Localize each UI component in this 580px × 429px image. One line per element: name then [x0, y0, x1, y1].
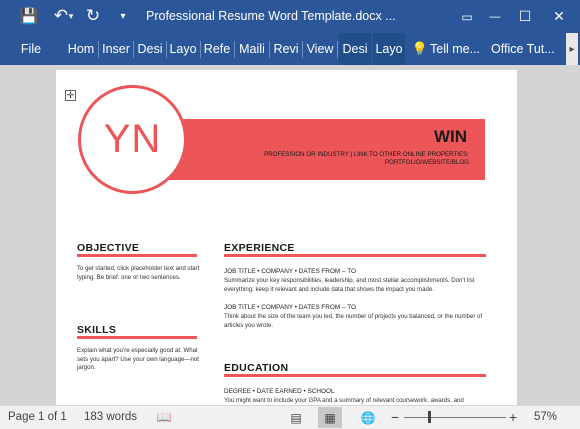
profession-line: PROFESSION OR INDUSTRY | LINK TO OTHER O… — [264, 151, 469, 158]
tab-separator — [200, 41, 201, 58]
skills-heading: SKILLS — [77, 324, 117, 336]
tab-design[interactable]: Desi — [135, 33, 165, 65]
tab-view[interactable]: View — [304, 33, 336, 65]
zoom-slider[interactable] — [404, 417, 506, 418]
proofing-icon[interactable]: 📖 — [154, 408, 174, 426]
tab-insert[interactable]: Inser — [100, 33, 132, 65]
table-move-handle-icon[interactable]: ✛ — [65, 90, 76, 101]
zoom-in-button[interactable]: + — [509, 409, 517, 425]
job1-text: Summarize your key responsibilities, lea… — [224, 277, 475, 293]
tab-mailings[interactable]: Maili — [236, 33, 268, 65]
job2-text: Think about the size of the team you led… — [224, 313, 483, 329]
tab-layout[interactable]: Layo — [168, 33, 198, 65]
initials-text: YN — [103, 117, 162, 161]
word-count[interactable]: 183 words — [84, 411, 137, 423]
undo-dropdown-icon[interactable]: ▾ — [66, 6, 76, 26]
education-rule — [224, 374, 486, 377]
objective-text: To get started, click placeholder text a… — [77, 265, 200, 281]
tab-references[interactable]: Refe — [202, 33, 232, 65]
tab-separator — [166, 41, 167, 58]
name-text: WIN — [433, 127, 467, 146]
lightbulb-icon[interactable]: 💡 — [413, 33, 427, 65]
account-name[interactable]: Office Tut... — [491, 33, 563, 65]
web-layout-icon[interactable]: 🌐 — [356, 407, 380, 428]
document-area: ✛ YN WIN PROFESSION OR INDUSTRY | LINK T… — [0, 65, 580, 405]
tab-separator — [234, 41, 235, 58]
tab-review[interactable]: Revi — [271, 33, 301, 65]
title-bar: 💾 ↶ ▾ ↻ ▾ Professional Resume Word Templ… — [0, 0, 580, 33]
save-icon[interactable]: 💾 — [18, 6, 40, 26]
tab-table-layout[interactable]: Layo — [373, 33, 405, 65]
tab-separator — [337, 41, 338, 58]
tab-separator — [269, 41, 270, 58]
document-page[interactable]: ✛ YN WIN PROFESSION OR INDUSTRY | LINK T… — [56, 70, 517, 405]
tell-me-search[interactable]: Tell me... — [430, 33, 486, 65]
links-line: PORTFOLIO/WEBSITE/BLOG — [384, 159, 469, 166]
objective-heading: OBJECTIVE — [77, 242, 140, 254]
tab-separator — [133, 41, 134, 58]
zoom-level[interactable]: 57% — [534, 411, 557, 423]
education-heading: EDUCATION — [224, 362, 289, 374]
job1-title: JOB TITLE • COMPANY • DATES FROM – TO — [224, 268, 356, 275]
tab-home[interactable]: Hom — [66, 33, 96, 65]
page-count[interactable]: Page 1 of 1 — [8, 411, 67, 423]
tab-separator — [302, 41, 303, 58]
print-layout-icon[interactable]: ▦ — [318, 407, 342, 428]
experience-heading: EXPERIENCE — [224, 242, 295, 254]
status-bar: Page 1 of 1 183 words 📖 ▤ ▦ 🌐 − + 57% — [0, 405, 580, 429]
tab-file[interactable]: File — [10, 33, 52, 65]
initials-circle: YN — [78, 85, 187, 194]
maximize-button[interactable]: ☐ — [510, 0, 540, 33]
close-button[interactable]: ✕ — [544, 0, 574, 33]
objective-rule — [77, 254, 197, 257]
tab-separator — [98, 41, 99, 58]
ribbon-display-options-icon[interactable]: ▭ — [452, 0, 482, 33]
ribbon-scroll-right-icon[interactable]: ▸ — [566, 33, 578, 65]
customize-quick-access-icon[interactable]: ▾ — [112, 6, 134, 26]
education-text: You might want to include your GPA and a… — [224, 397, 464, 404]
skills-text: Explain what you're especially good at. … — [77, 347, 199, 372]
job2-title: JOB TITLE • COMPANY • DATES FROM – TO — [224, 304, 356, 311]
skills-rule — [77, 336, 197, 339]
experience-rule — [224, 254, 486, 257]
education-title: DEGREE • DATE EARNED • SCHOOL — [224, 388, 335, 395]
document-title: Professional Resume Word Template.docx .… — [146, 9, 396, 23]
zoom-out-button[interactable]: − — [391, 409, 399, 425]
read-mode-icon[interactable]: ▤ — [284, 407, 308, 428]
zoom-slider-thumb[interactable] — [428, 411, 431, 423]
tab-table-design[interactable]: Desi — [339, 33, 371, 65]
ribbon-tabs: File Hom Inser Desi Layo Refe Maili Revi… — [0, 33, 580, 65]
minimize-button[interactable]: — — [480, 0, 510, 33]
redo-icon[interactable]: ↻ — [82, 6, 104, 26]
